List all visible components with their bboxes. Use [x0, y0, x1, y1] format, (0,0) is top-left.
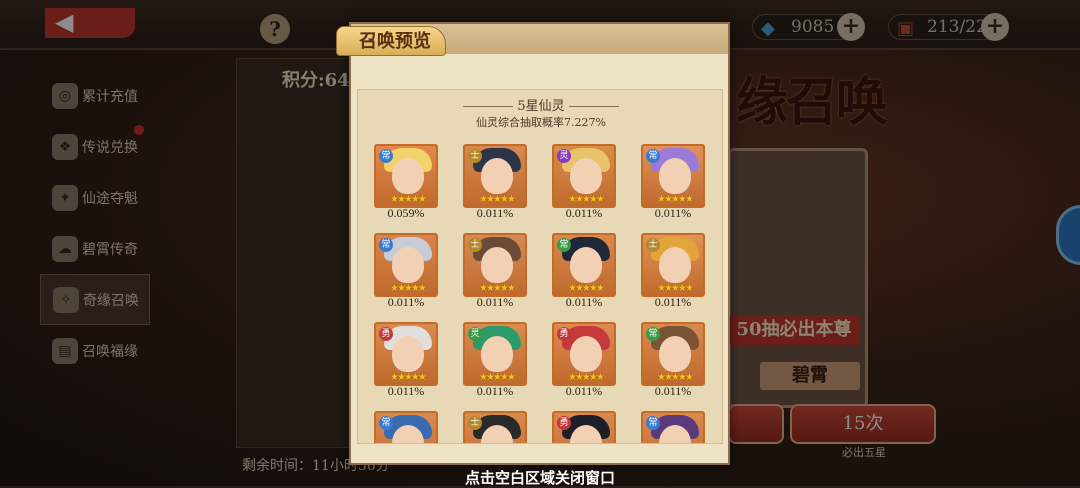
hero-probability: 0.011%	[654, 384, 692, 398]
hero-probability: 0.011%	[476, 295, 514, 309]
star-rating: ★★★★★	[657, 194, 694, 205]
divider	[568, 106, 619, 107]
hero-cell[interactable]: 士 ★★★★★ 0.011%	[463, 233, 527, 311]
hero-portrait: 灵 ★★★★★	[463, 322, 527, 386]
hero-class-badge: 常	[646, 416, 660, 430]
hero-portrait: 常 ★★★★★	[374, 144, 438, 208]
hero-cell[interactable]: 常 ★★★★★ 0.011%	[641, 322, 705, 400]
hero-probability: 0.011%	[565, 295, 603, 309]
star-rating: ★★★★★	[568, 283, 605, 294]
star-rating: ★★★★★	[390, 283, 427, 294]
hero-portrait: 勇 ★★★★★	[374, 322, 438, 386]
hero-cell[interactable]: 勇 ★★★★★ 0.011%	[374, 322, 438, 400]
hero-face	[392, 247, 424, 283]
hero-class-badge: 常	[379, 416, 393, 430]
hero-list-panel[interactable]: 5星仙灵 仙灵综合抽取概率7.227% 常 ★★★★★ 0.059% 士 ★★★★★ 0.…	[357, 89, 723, 444]
rate-text: 仙灵综合抽取概率7.227%	[476, 116, 606, 129]
rarity-title: 5星仙灵	[358, 95, 722, 114]
modal-title: 召唤预览	[336, 26, 446, 56]
hero-portrait: 士 ★★★★★	[463, 144, 527, 208]
hero-portrait: 常★★★★★	[374, 411, 438, 443]
divider	[463, 106, 514, 107]
hero-class-badge: 常	[379, 149, 393, 163]
star-rating: ★★★★★	[479, 283, 516, 294]
rarity-label: 5星仙灵	[517, 99, 565, 114]
hero-class-badge: 勇	[557, 416, 571, 430]
hero-class-badge: 勇	[557, 327, 571, 341]
hero-probability: 0.011%	[387, 295, 425, 309]
hero-cell[interactable]: 常★★★★★	[374, 411, 438, 443]
star-rating: ★★★★★	[479, 194, 516, 205]
star-rating: ★★★★★	[568, 372, 605, 383]
hero-cell[interactable]: 士 ★★★★★ 0.011%	[463, 144, 527, 222]
hero-portrait: 士 ★★★★★	[463, 233, 527, 297]
hero-class-badge: 勇	[379, 327, 393, 341]
hero-class-badge: 士	[468, 416, 482, 430]
hero-class-badge: 常	[379, 238, 393, 252]
hero-cell[interactable]: 常 ★★★★★ 0.059%	[374, 144, 438, 222]
hero-face	[570, 247, 602, 283]
star-rating: ★★★★★	[657, 372, 694, 383]
hero-probability: 0.011%	[654, 295, 692, 309]
hero-class-badge: 士	[468, 149, 482, 163]
hero-class-badge: 常	[646, 149, 660, 163]
star-rating: ★★★★★	[390, 372, 427, 383]
star-rating: ★★★★★	[390, 194, 427, 205]
hero-face	[570, 336, 602, 372]
close-hint: 点击空白区域关闭窗口	[464, 469, 615, 487]
star-rating: ★★★★★	[568, 194, 605, 205]
hero-portrait: 勇★★★★★	[552, 411, 616, 443]
hero-probability: 0.011%	[387, 384, 425, 398]
hero-cell[interactable]: 士★★★★★	[463, 411, 527, 443]
hero-face	[659, 247, 691, 283]
hero-portrait: 常 ★★★★★	[641, 144, 705, 208]
hero-portrait: 常 ★★★★★	[374, 233, 438, 297]
hero-probability: 0.059%	[387, 206, 425, 220]
hero-face	[481, 247, 513, 283]
hero-portrait: 常 ★★★★★	[552, 233, 616, 297]
hero-portrait: 士 ★★★★★	[641, 233, 705, 297]
hero-probability: 0.011%	[654, 206, 692, 220]
star-rating: ★★★★★	[479, 372, 516, 383]
hero-class-badge: 常	[557, 238, 571, 252]
hero-face	[481, 336, 513, 372]
hero-face	[659, 158, 691, 194]
hero-face	[659, 336, 691, 372]
hero-cell[interactable]: 常 ★★★★★ 0.011%	[641, 144, 705, 222]
hero-class-badge: 士	[646, 238, 660, 252]
star-rating: ★★★★★	[657, 283, 694, 294]
hero-cell[interactable]: 灵 ★★★★★ 0.011%	[463, 322, 527, 400]
hero-portrait: 勇 ★★★★★	[552, 322, 616, 386]
hero-cell[interactable]: 常 ★★★★★ 0.011%	[552, 233, 616, 311]
hero-portrait: 士★★★★★	[463, 411, 527, 443]
hero-probability: 0.011%	[565, 384, 603, 398]
hero-portrait: 常 ★★★★★	[641, 322, 705, 386]
hero-class-badge: 灵	[557, 149, 571, 163]
hero-face	[392, 158, 424, 194]
hero-face	[481, 158, 513, 194]
hero-class-badge: 常	[646, 327, 660, 341]
hero-cell[interactable]: 常★★★★★	[641, 411, 705, 443]
hero-cell[interactable]: 灵 ★★★★★ 0.011%	[552, 144, 616, 222]
summon-preview-modal: 召唤预览 5星仙灵 仙灵综合抽取概率7.227% 常 ★★★★★ 0.059% 士 ★★…	[336, 22, 730, 465]
hero-cell[interactable]: 士 ★★★★★ 0.011%	[641, 233, 705, 311]
hero-face	[392, 336, 424, 372]
hero-cell[interactable]: 勇 ★★★★★ 0.011%	[552, 322, 616, 400]
hero-cell[interactable]: 常 ★★★★★ 0.011%	[374, 233, 438, 311]
hero-class-badge: 士	[468, 238, 482, 252]
hero-probability: 0.011%	[476, 384, 514, 398]
hero-cell[interactable]: 勇★★★★★	[552, 411, 616, 443]
hero-class-badge: 灵	[468, 327, 482, 341]
hero-portrait: 灵 ★★★★★	[552, 144, 616, 208]
hero-probability: 0.011%	[476, 206, 514, 220]
hero-face	[570, 158, 602, 194]
hero-portrait: 常★★★★★	[641, 411, 705, 443]
hero-probability: 0.011%	[565, 206, 603, 220]
